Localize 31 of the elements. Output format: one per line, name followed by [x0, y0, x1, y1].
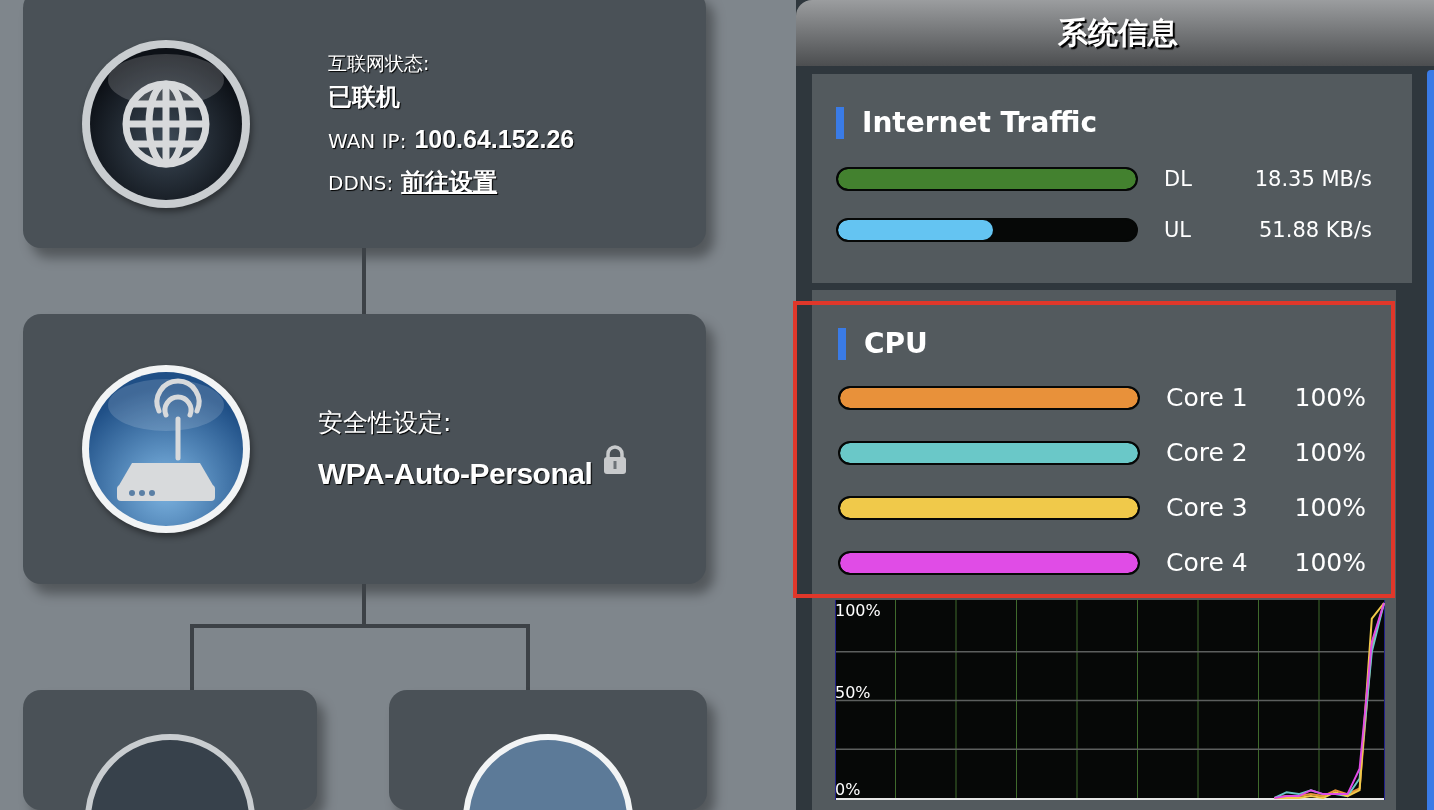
- ddns-label: DDNS:: [328, 170, 394, 195]
- traffic-reading: 18.35 MB/s: [1253, 166, 1372, 191]
- traffic-reading: 51.88 KB/s: [1258, 217, 1372, 242]
- security-label: 安全性设定:: [318, 407, 453, 440]
- globe-icon[interactable]: [79, 38, 252, 211]
- core-reading: 100%: [1293, 548, 1366, 577]
- section-title: CPU: [864, 327, 928, 360]
- core-reading: 100%: [1293, 493, 1366, 522]
- core-label: Core 2: [1166, 438, 1249, 467]
- accent-mark: [838, 327, 846, 360]
- wan-ip-value: 100.64.152.26: [414, 124, 575, 154]
- accent-mark: [836, 106, 844, 139]
- traffic-label: UL: [1164, 217, 1193, 242]
- internet-status-label: 互联网状态:: [328, 50, 431, 76]
- axis-tick-label: 0%: [835, 782, 861, 798]
- traffic-label: DL: [1164, 166, 1193, 191]
- internet-status-value: 已联机: [328, 81, 401, 113]
- router-icon[interactable]: [79, 362, 252, 535]
- security-mode-value: WPA-Auto-Personal: [318, 457, 593, 492]
- core-reading: 100%: [1293, 383, 1366, 412]
- core-label: Core 4: [1166, 548, 1249, 577]
- axis-tick-label: 100%: [835, 603, 881, 619]
- core-reading: 100%: [1293, 438, 1366, 467]
- ddns-settings-link[interactable]: 前往设置: [401, 165, 498, 198]
- core-label: Core 3: [1166, 493, 1249, 522]
- core-label: Core 1: [1166, 383, 1249, 412]
- axis-tick-label: 50%: [835, 684, 871, 701]
- wan-ip-label: WAN IP:: [328, 128, 407, 153]
- scrollbar[interactable]: [1427, 70, 1434, 810]
- panel-title: 系统信息: [1057, 13, 1178, 52]
- section-title: Internet Traffic: [862, 106, 1098, 139]
